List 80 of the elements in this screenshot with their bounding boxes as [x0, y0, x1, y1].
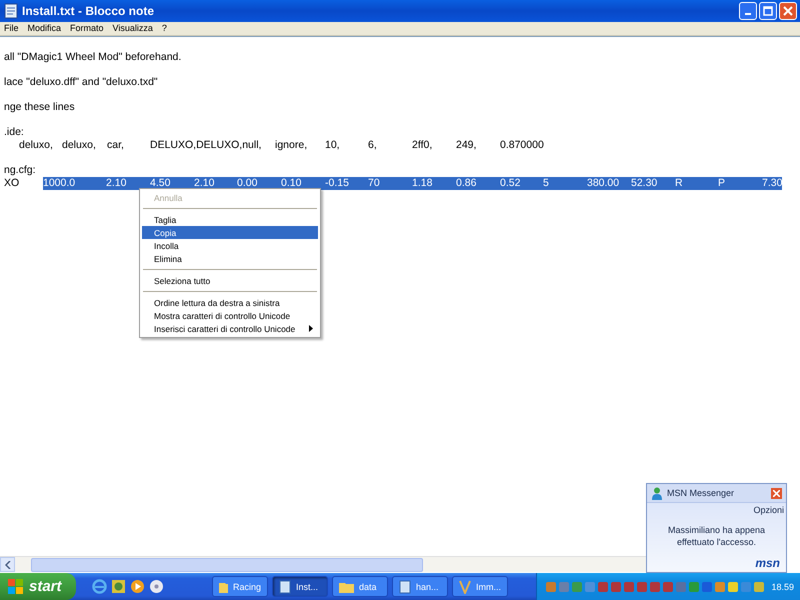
tray-icon[interactable] [584, 580, 596, 592]
tray-icon[interactable] [623, 580, 636, 592]
tray-icon[interactable] [571, 580, 584, 592]
tray-icon[interactable] [558, 580, 570, 592]
popup-title: MSN Messenger [667, 488, 734, 498]
close-button[interactable] [779, 2, 797, 20]
menu-item[interactable]: Seleziona tutto [142, 274, 318, 287]
tray-icon[interactable] [753, 580, 766, 592]
media-player-icon[interactable] [130, 579, 145, 594]
submenu-arrow-icon [309, 325, 313, 332]
text-line: 249, [456, 139, 478, 152]
maximize-icon [763, 6, 773, 16]
menu-item[interactable]: Mostra caratteri di controllo Unicode [142, 309, 318, 322]
menu-item[interactable]: File [4, 23, 19, 33]
taskbar-button[interactable]: data [332, 576, 388, 597]
browser-icon[interactable] [92, 579, 107, 594]
tray-icon[interactable] [597, 580, 610, 592]
buddy-icon [651, 486, 663, 500]
msn-logo: msn [754, 556, 781, 572]
menu-item[interactable]: Incolla [142, 239, 318, 252]
options-link[interactable]: Opzioni [751, 503, 786, 515]
menu-item[interactable]: Modifica [28, 23, 62, 33]
scroll-left-button[interactable] [0, 557, 15, 572]
tray-icon[interactable] [740, 580, 752, 592]
menu-item[interactable]: Copia [142, 226, 318, 239]
menu-item[interactable]: Elimina [142, 252, 318, 265]
tray-icon[interactable] [727, 580, 740, 592]
menu-item[interactable]: ? [162, 23, 167, 33]
text-line: lace "deluxo.dff" and "deluxo.txd" [4, 76, 158, 89]
text-line: DELUXO,DELUXO,null, [150, 139, 262, 152]
clock: 18.59 [771, 582, 794, 592]
menu-item[interactable]: Taglia [142, 213, 318, 226]
disc-icon[interactable] [149, 579, 164, 594]
close-icon [783, 6, 793, 16]
taskbar-button[interactable]: Racing [212, 576, 268, 597]
app-icon[interactable] [111, 579, 126, 594]
taskbar-button[interactable]: Inst... [272, 576, 328, 597]
tray-icon[interactable] [675, 580, 688, 592]
notepad-icon [279, 580, 291, 594]
maximize-button[interactable] [759, 2, 777, 20]
text-line: 0.870000 [500, 139, 544, 152]
tray-icon[interactable] [545, 580, 558, 592]
text-line: ignore, [275, 139, 308, 152]
taskbar-button[interactable]: han... [392, 576, 448, 597]
text-line: deluxo, [19, 139, 54, 152]
notepad-icon [4, 3, 18, 19]
menu-item[interactable]: Inserisci caratteri di controllo Unicode [142, 322, 318, 335]
tray-icon[interactable] [610, 580, 622, 592]
folder-icon [219, 580, 228, 592]
text-line: nge these lines [4, 101, 75, 114]
window-title: Install.txt - Blocco note [22, 4, 154, 18]
text-line: 10, [325, 139, 341, 152]
notepad-icon [399, 580, 411, 594]
close-button[interactable] [771, 488, 782, 498]
text-line: ng.cfg: [4, 164, 36, 177]
tray-icon[interactable] [662, 580, 674, 592]
text-line: 6, [368, 139, 378, 152]
folder-icon [339, 580, 354, 592]
text-line: XO [4, 177, 20, 190]
tray-icon[interactable] [714, 580, 726, 592]
tray-icon[interactable] [701, 580, 714, 592]
text-line: deluxo, [62, 139, 97, 152]
start-button[interactable]: start [0, 573, 76, 600]
text-line: 2ff0, [412, 139, 434, 152]
menu-item[interactable]: Ordine lettura da destra a sinistra [142, 296, 318, 309]
menu-item[interactable]: Visualizza [112, 23, 153, 33]
taskbar-button[interactable]: Imm... [452, 576, 508, 597]
menu-item[interactable]: Formato [70, 23, 104, 33]
text-line: all "DMagic1 Wheel Mod" beforehand. [4, 51, 182, 64]
tray-icon[interactable] [688, 580, 700, 592]
tray-icon[interactable] [649, 580, 662, 592]
text-line: car, [107, 139, 125, 152]
minimize-icon [745, 13, 751, 15]
close-icon [773, 490, 780, 496]
windows-flag-icon [8, 579, 24, 594]
text-line: .ide: [4, 126, 24, 139]
tray-icon[interactable] [636, 580, 648, 592]
scroll-thumb[interactable] [31, 558, 423, 572]
notification-message: Massimiliano ha appena effettuato l'accesso. [666, 524, 766, 548]
minimize-button[interactable] [739, 2, 757, 20]
